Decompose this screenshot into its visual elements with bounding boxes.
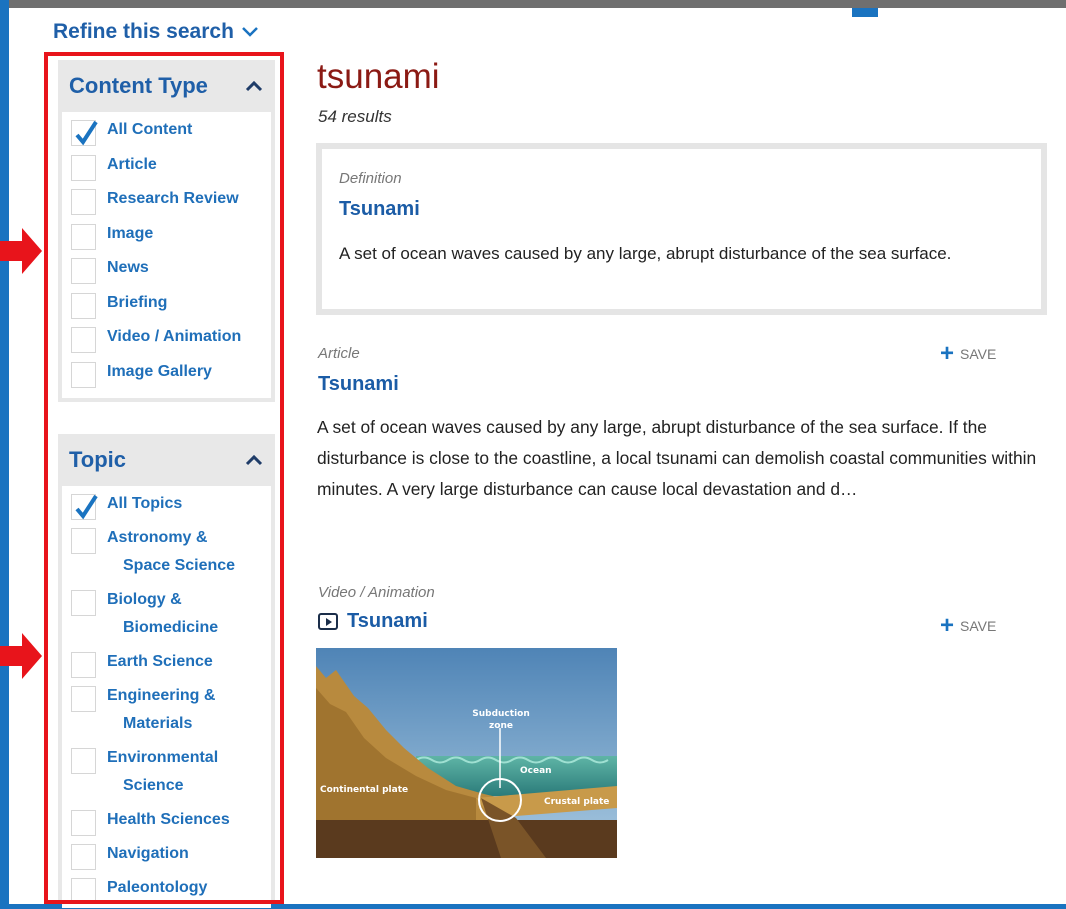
red-arrow-icon (0, 228, 42, 274)
diagram-label: zone (489, 721, 513, 731)
video-title-text: Tsunami (347, 610, 428, 632)
video-save-button[interactable]: + SAVE (940, 612, 997, 639)
plus-icon: + (940, 340, 955, 367)
video-title-link[interactable]: Tsunami (318, 610, 428, 633)
video-type-label: Video / Animation (318, 584, 435, 601)
definition-type-label: Definition (339, 170, 402, 187)
save-label: SAVE (960, 346, 997, 362)
search-query-title: tsunami (317, 57, 440, 96)
save-label: SAVE (960, 618, 997, 634)
diagram-label: Ocean (520, 766, 552, 776)
window-tab-marker (852, 8, 878, 17)
definition-text: A set of ocean waves caused by any large… (339, 244, 952, 263)
article-type-label: Article (318, 345, 360, 362)
article-title-link[interactable]: Tsunami (318, 373, 399, 396)
refine-search-toggle[interactable]: Refine this search (53, 20, 259, 44)
window-left-edge (0, 0, 9, 909)
window-top-edge (0, 0, 1066, 8)
red-arrow-icon (0, 633, 42, 679)
definition-card (316, 143, 1047, 315)
chevron-down-icon (242, 27, 258, 37)
subduction-diagram: Subduction zone Ocean Continental plate … (316, 648, 617, 858)
article-snippet: A set of ocean waves caused by any large… (317, 417, 1037, 499)
plus-icon: + (940, 612, 955, 639)
highlight-box (44, 52, 284, 904)
play-icon (318, 613, 338, 630)
diagram-label: Subduction (472, 709, 530, 719)
results-count: 54 results (318, 107, 392, 126)
definition-title-link[interactable]: Tsunami (339, 198, 420, 221)
video-thumbnail[interactable]: Subduction zone Ocean Continental plate … (316, 648, 617, 858)
diagram-label: Continental plate (320, 785, 408, 795)
diagram-label: Crustal plate (544, 797, 609, 807)
refine-search-label: Refine this search (53, 20, 234, 43)
article-save-button[interactable]: + SAVE (940, 340, 997, 367)
